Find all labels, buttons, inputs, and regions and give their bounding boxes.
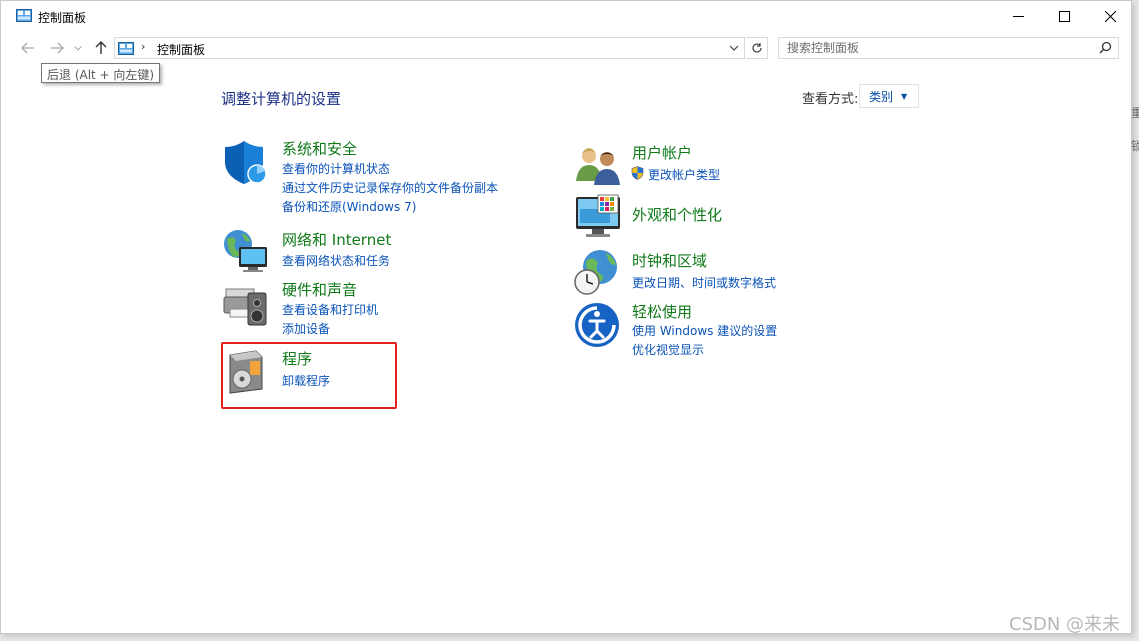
- recent-locations-button[interactable]: [72, 39, 84, 57]
- window-title: 控制面板: [38, 11, 87, 25]
- users-icon[interactable]: [574, 141, 622, 189]
- printer-speaker-icon[interactable]: [222, 279, 270, 327]
- view-by-value: 类别: [869, 89, 894, 104]
- watermark: CSDN @来未: [1009, 614, 1121, 635]
- forward-button[interactable]: [48, 39, 66, 57]
- search-icon[interactable]: [1099, 41, 1112, 54]
- shield-icon[interactable]: [222, 138, 270, 186]
- link-optimize-display[interactable]: 优化视觉显示: [632, 341, 704, 358]
- link-change-date-time-format[interactable]: 更改日期、时间或数字格式: [632, 274, 776, 291]
- link-network-status[interactable]: 查看网络状态和任务: [282, 252, 390, 269]
- page-heading: 调整计算机的设置: [221, 90, 342, 108]
- category-ease-of-access: 轻松使用 使用 Windows 建议的设置 优化视觉显示: [574, 301, 794, 358]
- refresh-icon: [751, 43, 762, 53]
- control-panel-icon: [16, 9, 32, 22]
- maximize-button[interactable]: [1041, 1, 1087, 32]
- background-text-fragment: 重: [1131, 106, 1139, 120]
- category-title-system[interactable]: 系统和安全: [282, 138, 357, 159]
- category-title-users[interactable]: 用户帐户: [632, 142, 692, 163]
- title-bar: 控制面板: [1, 1, 1131, 32]
- link-change-account-type[interactable]: 更改帐户类型: [648, 166, 720, 183]
- arrow-right-icon: [51, 42, 64, 54]
- navigation-bar: › 控制面板: [1, 35, 1131, 61]
- category-title-network[interactable]: 网络和 Internet: [282, 229, 391, 250]
- network-globe-icon[interactable]: [222, 227, 270, 275]
- category-appearance: 外观和个性化: [574, 193, 774, 241]
- view-by-dropdown[interactable]: 类别 ▼: [859, 84, 919, 108]
- uac-shield-icon: [631, 166, 644, 180]
- category-hardware: 硬件和声音 查看设备和打印机 添加设备: [222, 279, 442, 336]
- category-network: 网络和 Internet 查看网络状态和任务: [222, 227, 442, 275]
- category-title-ease[interactable]: 轻松使用: [632, 301, 692, 322]
- breadcrumb-control-panel[interactable]: 控制面板: [157, 41, 205, 58]
- link-devices-printers[interactable]: 查看设备和打印机: [282, 301, 378, 318]
- search-input[interactable]: [787, 41, 1087, 55]
- highlight-box: [221, 342, 397, 409]
- refresh-button[interactable]: [746, 37, 768, 59]
- back-button[interactable]: [19, 39, 37, 57]
- link-check-status[interactable]: 查看你的计算机状态: [282, 160, 390, 177]
- background-text-fragment: 锁: [1131, 139, 1139, 153]
- category-title-appearance[interactable]: 外观和个性化: [632, 204, 722, 225]
- link-backup-restore[interactable]: 备份和还原(Windows 7): [282, 198, 416, 215]
- arrow-up-icon: [95, 41, 107, 54]
- category-title-hardware[interactable]: 硬件和声音: [282, 279, 357, 300]
- category-system-security: 系统和安全 查看你的计算机状态 通过文件历史记录保存你的文件备份副本 备份和还原…: [222, 138, 522, 218]
- up-button[interactable]: [92, 39, 110, 57]
- maximize-icon: [1058, 11, 1070, 22]
- control-panel-window: 控制面板 › 控制面板 搜索控制面板 后退 (Alt + 向左键) 调整计算机的…: [0, 0, 1132, 634]
- arrow-left-icon: [21, 42, 34, 54]
- category-title-clock[interactable]: 时钟和区域: [632, 250, 707, 271]
- minimize-button[interactable]: [995, 1, 1041, 32]
- chevron-down-icon: [74, 45, 82, 51]
- chevron-down-icon[interactable]: [729, 41, 739, 55]
- monitor-palette-icon[interactable]: [574, 193, 622, 241]
- link-add-device[interactable]: 添加设备: [282, 320, 330, 337]
- search-box[interactable]: [778, 37, 1119, 59]
- close-button[interactable]: [1087, 1, 1131, 32]
- category-clock-region: 时钟和区域 更改日期、时间或数字格式: [574, 249, 794, 297]
- control-panel-icon: [118, 42, 134, 55]
- category-user-accounts: 用户帐户 更改帐户类型: [574, 141, 774, 189]
- link-recommended-settings[interactable]: 使用 Windows 建议的设置: [632, 322, 777, 339]
- back-button-tooltip: 后退 (Alt + 向左键): [41, 63, 161, 83]
- dropdown-caret-icon: ▼: [901, 91, 908, 101]
- minimize-icon: [1012, 16, 1024, 17]
- view-by-label: 查看方式:: [802, 92, 859, 107]
- breadcrumb-separator[interactable]: ›: [141, 40, 145, 53]
- close-icon: [1104, 11, 1116, 22]
- ease-of-access-icon[interactable]: [574, 301, 622, 349]
- clock-globe-icon[interactable]: [574, 249, 622, 297]
- link-file-history[interactable]: 通过文件历史记录保存你的文件备份副本: [282, 179, 498, 196]
- address-bar[interactable]: › 控制面板: [114, 37, 745, 59]
